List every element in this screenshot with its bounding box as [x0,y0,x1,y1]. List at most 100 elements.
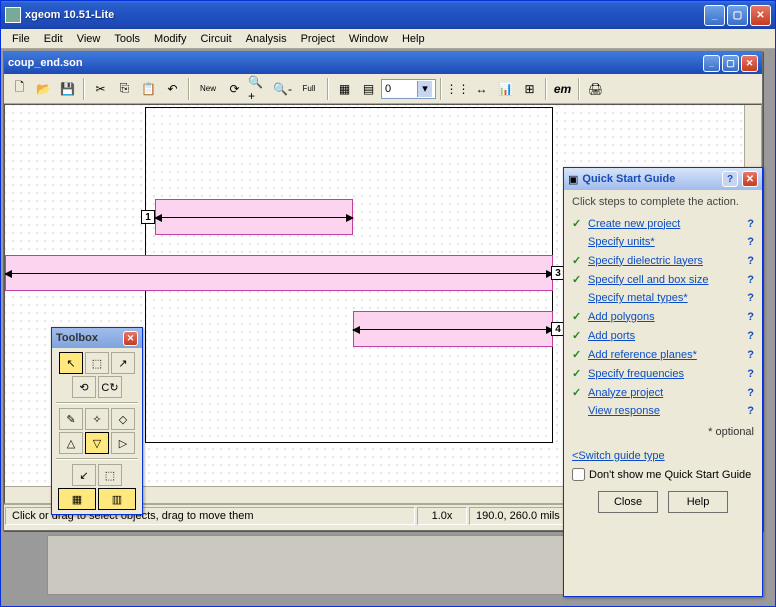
qsg-icon: ▣ [568,173,578,186]
qsg-step-link[interactable]: Add polygons [588,311,743,323]
tool-tri-down[interactable]: ▽ [85,432,109,454]
paste-icon[interactable]: 📋 [137,77,160,100]
zoom-in-icon[interactable]: 🔍+ [247,77,270,100]
menu-project[interactable]: Project [294,31,342,47]
cut-icon[interactable]: ✂ [89,77,112,100]
menu-window[interactable]: Window [342,31,395,47]
qsg-step-help-icon[interactable]: ? [747,218,754,230]
check-icon: ✓ [572,273,584,286]
doc-close-button[interactable]: ✕ [741,55,758,72]
tool-draw[interactable]: ✎ [59,408,83,430]
tool-move[interactable]: ↙ [72,464,96,486]
qsg-step-link[interactable]: Add ports [588,330,743,342]
tool-hatch-a[interactable]: ▦ [58,488,96,510]
qsg-step-link[interactable]: View response [588,405,743,417]
doc-minimize-button[interactable]: _ [703,55,720,72]
status-zoom: 1.0x [417,507,467,525]
tool-diamond[interactable]: ◇ [111,408,135,430]
grid-toggle-icon[interactable]: ▦ [333,77,356,100]
chevron-down-icon[interactable]: ▾ [417,81,432,97]
refresh-icon[interactable]: ⟳ [223,77,246,100]
tool-hatch-b[interactable]: ▥ [98,488,136,510]
undo-icon[interactable]: ↶ [161,77,184,100]
tool-select-rect[interactable]: ⬚ [85,352,109,374]
qsg-switch-link[interactable]: <Switch guide type [572,450,754,462]
qsg-close-btn[interactable]: Close [598,491,658,513]
open-icon[interactable]: 📂 [32,77,55,100]
qsg-step-9: ✓Analyze project? [572,383,754,402]
menu-edit[interactable]: Edit [37,31,70,47]
snap-grid-icon[interactable]: ⋮⋮ [446,77,469,100]
qsg-step-help-icon[interactable]: ? [747,236,754,248]
zoom-out-icon[interactable]: 🔍- [271,77,294,100]
qsg-step-help-icon[interactable]: ? [747,255,754,267]
tool-pointer[interactable]: ↖ [59,352,83,374]
qsg-help-btn[interactable]: Help [668,491,728,513]
menu-analysis[interactable]: Analysis [239,31,294,47]
qsg-step-help-icon[interactable]: ? [747,405,754,417]
menu-circuit[interactable]: Circuit [193,31,238,47]
dimension-line-1 [155,217,353,218]
qsg-step-5: ✓ Add polygons? [572,307,754,326]
new-file-icon[interactable]: 🗋 [8,77,31,100]
qsg-step-help-icon[interactable]: ? [747,311,754,323]
qsg-step-help-icon[interactable]: ? [747,387,754,399]
tool-select-lasso[interactable]: ↗ [111,352,135,374]
menu-tools[interactable]: Tools [107,31,147,47]
qsg-step-7: ✓Add reference planes*? [572,345,754,364]
dimension-icon[interactable]: ↔ [470,77,493,100]
qsg-step-link[interactable]: Specify cell and box size [588,274,743,286]
zoom-full-button[interactable]: Full [295,77,323,100]
qsg-step-help-icon[interactable]: ? [747,292,754,304]
toolbox-close-button[interactable]: ✕ [123,331,138,346]
extra-icon[interactable]: ⊞ [518,77,541,100]
qsg-step-help-icon[interactable]: ? [747,330,754,342]
menu-file[interactable]: File [5,31,37,47]
qsg-step-link[interactable]: Create new project [588,218,743,230]
maximize-button[interactable]: ▢ [727,5,748,26]
qsg-step-link[interactable]: Add reference planes* [588,349,743,361]
qsg-step-link[interactable]: Analyze project [588,387,743,399]
toolbox-titlebar[interactable]: Toolbox ✕ [52,328,142,348]
qsg-step-link[interactable]: Specify frequencies [588,368,743,380]
qsg-step-link[interactable]: Specify units* [588,236,743,248]
qsg-hint: Click steps to complete the action. [572,196,754,208]
layer-combo[interactable]: 0 ▾ [381,79,436,99]
check-icon: ✓ [572,310,584,323]
save-icon[interactable]: 💾 [56,77,79,100]
new-button[interactable]: New [194,77,222,100]
tool-tri-right[interactable]: ▷ [111,432,135,454]
qsg-step-link[interactable]: Specify metal types* [588,292,743,304]
print-icon[interactable]: 🖨 [584,77,607,100]
qsg-step-help-icon[interactable]: ? [747,368,754,380]
tool-tri-up[interactable]: △ [59,432,83,454]
app-title: xgeom 10.51-Lite [25,9,704,21]
minimize-button[interactable]: _ [704,5,725,26]
qsg-step-help-icon[interactable]: ? [747,274,754,286]
qsg-close-button[interactable]: ✕ [742,171,758,187]
tool-rotate[interactable]: ⟲ [72,376,96,398]
qsg-step-link[interactable]: Specify dielectric layers [588,255,743,267]
menu-view[interactable]: View [70,31,108,47]
qsg-title: Quick Start Guide [582,173,718,185]
qsg-step-0: ✓Create new project? [572,214,754,233]
close-button[interactable]: ✕ [750,5,771,26]
layers-icon[interactable]: ▤ [357,77,380,100]
document-titlebar: coup_end.son _ ▢ ✕ [4,52,762,74]
menu-modify[interactable]: Modify [147,31,193,47]
doc-maximize-button[interactable]: ▢ [722,55,739,72]
graph-icon[interactable]: 📊 [494,77,517,100]
toolbox-window: Toolbox ✕ ↖ ⬚ ↗ ⟲ C↻ ✎ ✧ ◇ [51,327,143,515]
qsg-step-help-icon[interactable]: ? [747,349,754,361]
check-icon: ✓ [572,329,584,342]
tool-star[interactable]: ✧ [85,408,109,430]
copy-icon[interactable]: ⎘ [113,77,136,100]
tool-reshape[interactable]: C↻ [98,376,122,398]
menu-help[interactable]: Help [395,31,432,47]
qsg-help-icon[interactable]: ? [722,171,738,187]
qsg-titlebar[interactable]: ▣ Quick Start Guide ? ✕ [564,168,762,190]
tool-rect[interactable]: ⬚ [98,464,122,486]
port-1[interactable]: 1 [141,210,155,224]
em-button[interactable]: em [551,77,574,100]
qsg-dontshow-checkbox[interactable] [572,468,585,481]
